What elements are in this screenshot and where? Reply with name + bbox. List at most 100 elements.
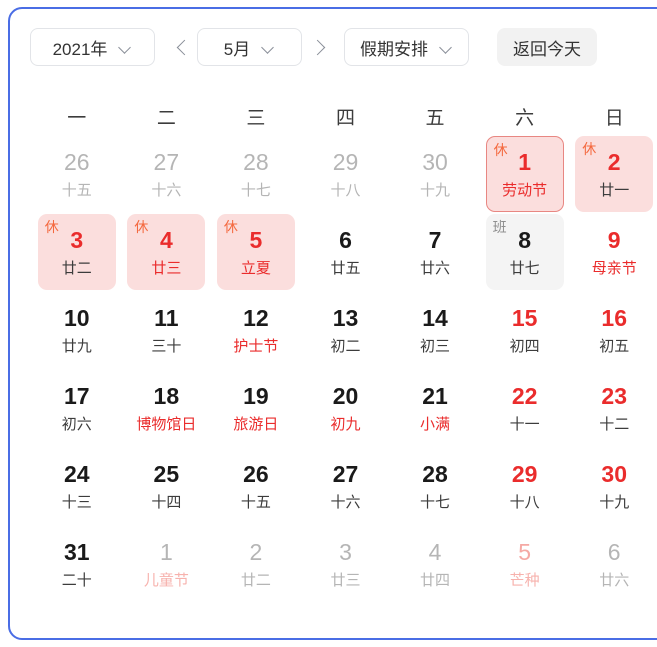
day-number: 15 — [511, 304, 538, 331]
day-cell[interactable]: 7 廿六 — [390, 213, 480, 291]
day-cell[interactable]: 29 十八 — [480, 447, 570, 525]
day-cell[interactable]: 3 廿三 — [301, 525, 391, 603]
weekday-header-4: 五 — [425, 107, 445, 129]
day-cell-inner: 19 旅游日 — [217, 370, 295, 446]
day-cell[interactable]: 29 十八 — [301, 135, 391, 213]
day-lunar-or-festival: 十一 — [509, 415, 540, 433]
day-cell-inner: 27 十六 — [127, 136, 205, 212]
day-number: 22 — [511, 382, 538, 409]
day-cell[interactable]: 23 十二 — [569, 369, 657, 447]
day-cell-inner: 10 廿九 — [38, 292, 116, 368]
day-cell[interactable]: 19 旅游日 — [211, 369, 301, 447]
day-cell-inner: 28 十七 — [396, 448, 474, 524]
day-lunar-or-festival: 十六 — [330, 493, 361, 511]
day-number: 6 — [339, 226, 352, 253]
day-cell[interactable]: 15 初四 — [480, 291, 570, 369]
day-cell[interactable]: 21 小满 — [390, 369, 480, 447]
day-cell[interactable]: 26 十五 — [32, 135, 122, 213]
day-cell[interactable]: 5 芒种 — [480, 525, 570, 603]
day-cell[interactable]: 28 十七 — [390, 447, 480, 525]
day-cell[interactable]: 30 十九 — [390, 135, 480, 213]
day-number: 28 — [422, 460, 448, 487]
day-lunar-or-festival: 儿童节 — [143, 571, 189, 589]
day-cell[interactable]: 12 护士节 — [211, 291, 301, 369]
day-cell[interactable]: 17 初六 — [32, 369, 122, 447]
day-number: 9 — [607, 226, 621, 253]
day-lunar-or-festival: 劳动节 — [502, 181, 548, 199]
day-number: 10 — [63, 304, 90, 331]
chevron-down-icon — [262, 43, 275, 51]
day-number: 31 — [63, 538, 90, 565]
day-number: 17 — [63, 382, 90, 409]
day-cell[interactable]: 休 2 廿一 — [569, 135, 657, 213]
day-cell[interactable]: 11 三十 — [122, 291, 212, 369]
day-lunar-or-festival: 芒种 — [509, 571, 540, 589]
day-cell[interactable]: 4 廿四 — [390, 525, 480, 603]
day-lunar-or-festival: 初六 — [61, 415, 92, 433]
holiday-arrangement-select[interactable]: 假期安排 — [344, 28, 469, 66]
next-month-button[interactable] — [302, 28, 332, 66]
day-cell[interactable]: 16 初五 — [569, 291, 657, 369]
day-number: 23 — [601, 382, 627, 409]
day-number: 14 — [422, 304, 448, 331]
day-cell[interactable]: 24 十三 — [32, 447, 122, 525]
rest-day-badge: 休 — [223, 219, 238, 235]
day-cell-inner: 班 8 廿七 — [485, 214, 564, 290]
day-number: 18 — [153, 382, 180, 409]
day-cell-inner: 7 廿六 — [396, 214, 474, 290]
day-cell[interactable]: 13 初二 — [301, 291, 391, 369]
month-select[interactable]: 5月 — [197, 28, 302, 66]
day-cell[interactable]: 27 十六 — [301, 447, 391, 525]
day-cell[interactable]: 26 十五 — [211, 447, 301, 525]
day-cell-inner: 6 廿六 — [575, 526, 653, 602]
day-cell-inner: 26 十五 — [38, 136, 116, 212]
day-cell[interactable]: 休 5 立夏 — [211, 213, 301, 291]
day-number: 30 — [601, 460, 627, 487]
weekday-header-5: 六 — [515, 107, 535, 129]
chevron-right-icon — [312, 42, 323, 53]
day-lunar-or-festival: 旅游日 — [233, 415, 279, 433]
day-cell[interactable]: 14 初三 — [390, 291, 480, 369]
day-cell[interactable]: 6 廿五 — [301, 213, 391, 291]
day-cell-inner: 休 1 劳动节 — [485, 136, 564, 212]
back-to-today-button[interactable]: 返回今天 — [497, 28, 597, 66]
day-number: 12 — [243, 304, 269, 331]
year-select[interactable]: 2021年 — [30, 28, 155, 66]
calendar-week-row: 24 十三 25 十四 26 十五 27 十六 28 十七 29 十八 30 十九 — [32, 447, 657, 525]
day-lunar-or-festival: 十七 — [240, 181, 271, 199]
weekday-header-0: 一 — [67, 107, 87, 129]
day-lunar-or-festival: 十二 — [599, 415, 630, 433]
day-number: 5 — [249, 226, 263, 253]
day-number: 3 — [339, 538, 352, 565]
day-cell[interactable]: 22 十一 — [480, 369, 570, 447]
day-cell[interactable]: 18 博物馆日 — [122, 369, 212, 447]
day-cell[interactable]: 2 廿二 — [211, 525, 301, 603]
holiday-arrangement-label: 假期安排 — [360, 39, 428, 59]
day-cell[interactable]: 休 4 廿三 — [122, 213, 212, 291]
work-day-badge: 班 — [492, 219, 507, 235]
day-number: 25 — [153, 460, 180, 487]
day-cell[interactable]: 6 廿六 — [569, 525, 657, 603]
day-cell[interactable]: 31 二十 — [32, 525, 122, 603]
day-cell[interactable]: 9 母亲节 — [569, 213, 657, 291]
day-cell-inner: 14 初三 — [396, 292, 474, 368]
day-cell[interactable]: 25 十四 — [122, 447, 212, 525]
day-cell[interactable]: 10 廿九 — [32, 291, 122, 369]
day-cell[interactable]: 27 十六 — [122, 135, 212, 213]
day-number: 1 — [518, 148, 532, 175]
day-lunar-or-festival: 十五 — [240, 493, 271, 511]
day-cell-inner: 29 十八 — [306, 136, 384, 212]
prev-month-button[interactable] — [167, 28, 197, 66]
day-cell[interactable]: 20 初九 — [301, 369, 391, 447]
day-number: 2 — [249, 538, 263, 565]
day-cell[interactable]: 休 1 劳动节 — [480, 135, 570, 213]
calendar-toolbar: 2021年 5月 假期安排 返回今天 — [10, 9, 657, 85]
day-cell[interactable]: 1 儿童节 — [122, 525, 212, 603]
day-cell[interactable]: 休 3 廿二 — [32, 213, 122, 291]
day-number: 29 — [511, 460, 538, 487]
day-cell[interactable]: 30 十九 — [569, 447, 657, 525]
day-cell[interactable]: 28 十七 — [211, 135, 301, 213]
day-cell-inner: 13 初二 — [306, 292, 384, 368]
day-lunar-or-festival: 廿六 — [599, 571, 630, 589]
day-cell[interactable]: 班 8 廿七 — [480, 213, 570, 291]
